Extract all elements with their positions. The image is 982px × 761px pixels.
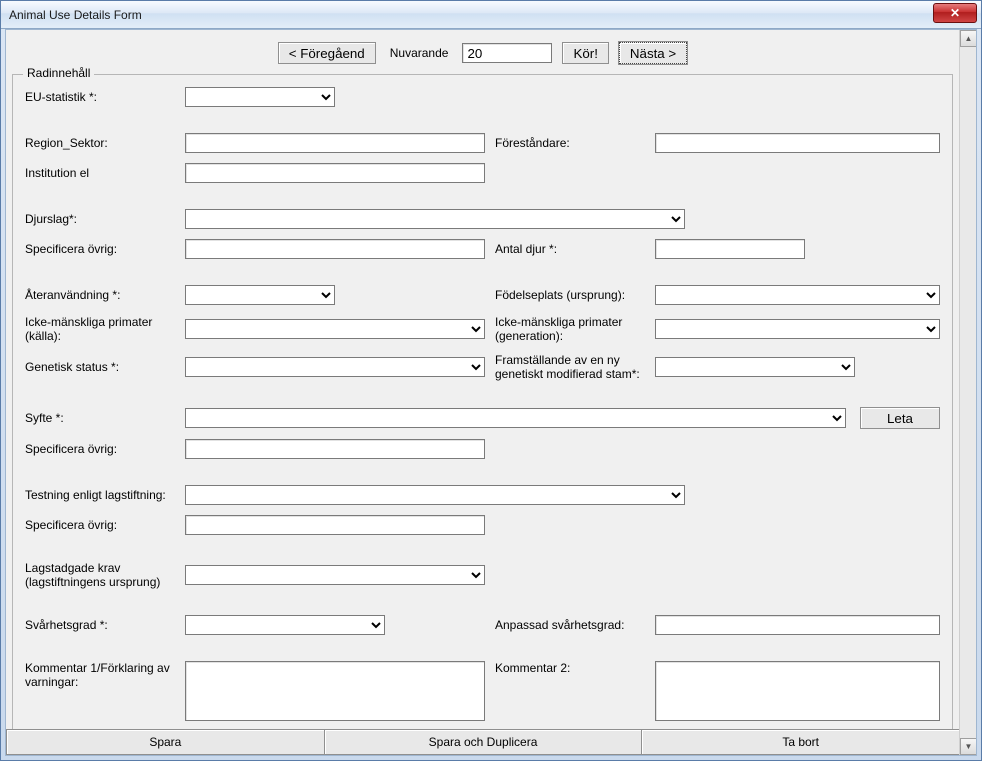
chevron-down-icon: ▼ [965,742,973,751]
fieldset-radinnehall: Radinnehåll EU-statistik *: Region_Sekto… [12,74,953,730]
spacer [25,645,940,651]
select-eu-statistik[interactable] [185,87,335,107]
title-bar: Animal Use Details Form ✕ [1,1,981,29]
scroll-up-button[interactable]: ▲ [960,30,977,47]
form-grid: EU-statistik *: Region_Sektor: Förestånd… [25,87,940,721]
spacer [25,545,940,551]
label-eu-statistik: EU-statistik *: [25,90,175,104]
select-fodelseplats[interactable] [655,285,940,305]
label-anpassad-svar: Anpassad svårhetsgrad: [495,618,645,632]
input-institution[interactable] [185,163,485,183]
spacer [25,269,940,275]
spacer [25,599,940,605]
label-institution: Institution el [25,166,175,180]
select-primater-kalla[interactable] [185,319,485,339]
content-area: < Föregåend Nuvarande Kör! Nästa > Radin… [6,30,959,755]
vertical-scrollbar[interactable]: ▲ ▼ [959,30,976,755]
label-spec-ovrig-3: Specificera övrig: [25,518,175,532]
input-region-sektor[interactable] [185,133,485,153]
scroll-down-button[interactable]: ▼ [960,738,977,755]
label-framstallande: Framställande av en ny genetiskt modifie… [495,353,645,381]
delete-button[interactable]: Ta bort [641,729,960,755]
label-genetisk-status: Genetisk status *: [25,360,175,374]
input-spec-ovrig-3[interactable] [185,515,485,535]
label-forestandare: Föreståndare: [495,136,645,150]
label-spec-ovrig-2: Specificera övrig: [25,442,175,456]
select-lagstadgade[interactable] [185,565,485,585]
label-kommentar1: Kommentar 1/Förklaring av varningar: [25,661,175,689]
fieldset-legend: Radinnehåll [23,66,94,80]
select-genetisk-status[interactable] [185,357,485,377]
input-forestandare[interactable] [655,133,940,153]
label-primater-gen: Icke-mänskliga primater (generation): [495,315,645,343]
syfte-row: Leta [185,407,940,429]
window-title: Animal Use Details Form [9,8,142,22]
select-testning[interactable] [185,485,685,505]
save-dup-label: Spara och Duplicera [429,735,538,749]
save-button[interactable]: Spara [6,729,325,755]
label-kommentar2: Kommentar 2: [495,661,645,675]
bottom-button-row: Spara Spara och Duplicera Ta bort [6,729,959,755]
label-testning: Testning enligt lagstiftning: [25,488,175,502]
select-svarhetsgrad[interactable] [185,615,385,635]
delete-label: Ta bort [782,735,819,749]
spacer [25,469,940,475]
spacer [25,117,940,123]
save-duplicate-button[interactable]: Spara och Duplicera [324,729,643,755]
label-primater-kalla: Icke-mänskliga primater (källa): [25,315,175,343]
select-ateranvandning[interactable] [185,285,335,305]
textarea-kommentar1[interactable] [185,661,485,721]
app-window: Animal Use Details Form ✕ < Föregåend Nu… [0,0,982,761]
leta-button[interactable]: Leta [860,407,940,429]
label-lagstadgade: Lagstadgade krav (lagstiftningens urspru… [25,561,175,589]
label-fodelseplats: Födelseplats (ursprung): [495,288,645,302]
go-button[interactable]: Kör! [562,42,608,64]
select-primater-gen[interactable] [655,319,940,339]
spacer [25,193,940,199]
close-icon: ✕ [950,7,960,19]
label-svarhetsgrad: Svårhetsgrad *: [25,618,175,632]
current-input[interactable] [462,43,552,63]
select-syfte[interactable] [185,408,846,428]
next-button[interactable]: Nästa > [619,42,687,64]
input-antal-djur[interactable] [655,239,805,259]
current-label: Nuvarande [386,46,453,60]
client-area: < Föregåend Nuvarande Kör! Nästa > Radin… [5,29,977,756]
select-framstallande[interactable] [655,357,855,377]
save-button-label: Spara [149,735,181,749]
label-region-sektor: Region_Sektor: [25,136,175,150]
label-syfte: Syfte *: [25,411,175,425]
textarea-kommentar2[interactable] [655,661,940,721]
select-djurslag[interactable] [185,209,685,229]
input-anpassad-svar[interactable] [655,615,940,635]
chevron-up-icon: ▲ [965,34,973,43]
prev-button[interactable]: < Föregåend [278,42,376,64]
close-button[interactable]: ✕ [933,3,977,23]
spacer [25,391,940,397]
label-spec-ovrig-1: Specificera övrig: [25,242,175,256]
input-spec-ovrig-2[interactable] [185,439,485,459]
label-djurslag: Djurslag*: [25,212,175,226]
input-spec-ovrig-1[interactable] [185,239,485,259]
label-ateranvandning: Återanvändning *: [25,288,175,302]
nav-row: < Föregåend Nuvarande Kör! Nästa > [6,30,959,74]
label-antal-djur: Antal djur *: [495,242,645,256]
